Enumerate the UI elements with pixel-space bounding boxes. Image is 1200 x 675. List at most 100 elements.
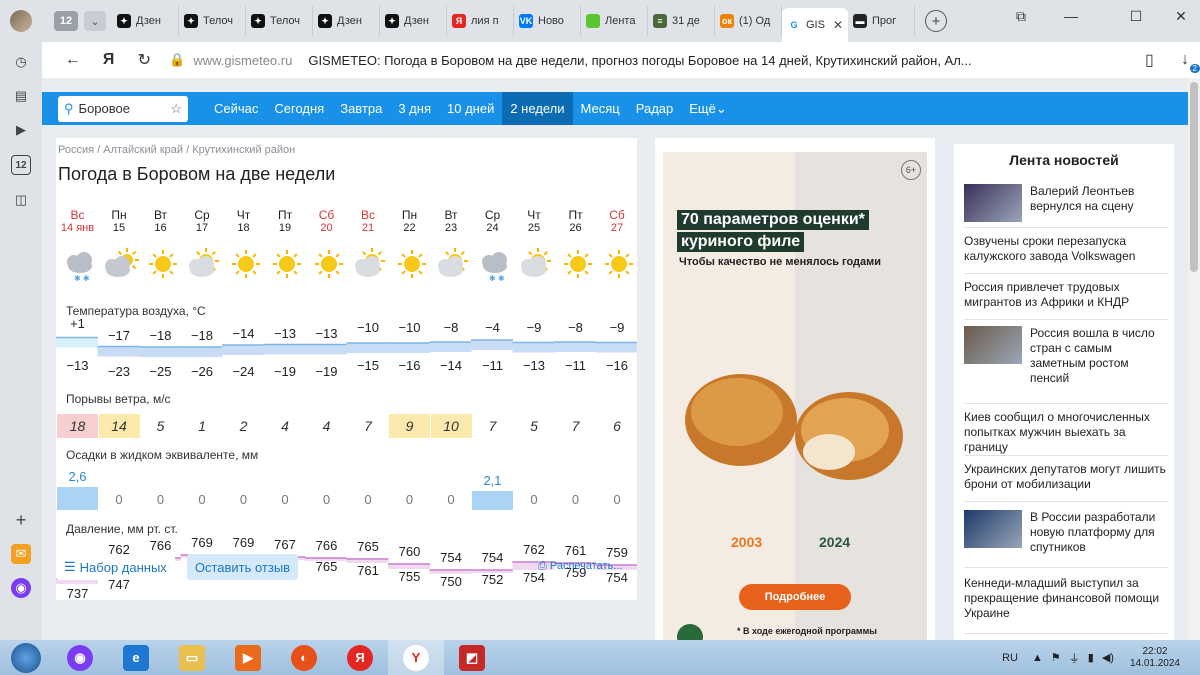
close-window-button[interactable]: ✕: [1163, 0, 1199, 32]
scrollbar-thumb[interactable]: [1190, 82, 1198, 272]
news-item[interactable]: Озвучены сроки перезапуска калужского за…: [964, 232, 1168, 274]
ad-creative[interactable]: 6+ 70 параметров оценки* куриного филе Ч…: [663, 152, 927, 640]
downloads-icon[interactable]: ↓ 2: [1170, 45, 1200, 75]
volume-icon[interactable]: ◀): [1102, 651, 1114, 664]
ad-more-button[interactable]: Подробнее: [739, 584, 851, 610]
forecast-nav-links: Сейчас Сегодня Завтра 3 дня 10 дней 2 недели М…: [206, 92, 735, 125]
taskbar-firefox[interactable]: ◐: [276, 640, 332, 675]
dataset-button[interactable]: ☰ Набор данных: [56, 554, 175, 580]
news-item[interactable]: В России разработали новую платформу для…: [964, 508, 1168, 568]
age-rating-badge: 6+: [901, 160, 921, 180]
browser-tab[interactable]: VK Ново: [514, 6, 581, 36]
nav-link[interactable]: Сейчас: [206, 92, 266, 125]
nav-link[interactable]: Сегодня: [266, 92, 332, 125]
taskbar-explorer[interactable]: ▭: [164, 640, 220, 675]
temp-band-segment: [222, 345, 264, 355]
reader-icon[interactable]: ▯: [1135, 45, 1165, 75]
print-label: Распечатать...: [549, 560, 623, 572]
collections-icon[interactable]: ▤: [11, 86, 31, 106]
news-item[interactable]: Украинских депутатов могут лишить брони …: [964, 460, 1168, 502]
alice-icon[interactable]: ◉: [11, 578, 31, 598]
network-icon[interactable]: ▮: [1088, 651, 1094, 664]
url-field[interactable]: 🔒 www.gismeteo.ru GISMETEO: Погода в Бор…: [169, 46, 1090, 74]
minimize-button[interactable]: —: [1053, 0, 1089, 32]
taskbar-yandex[interactable]: Я: [332, 640, 388, 675]
day-name: Чт: [527, 208, 541, 222]
sidebar-badge[interactable]: 12: [11, 155, 31, 175]
day-date: 21: [361, 222, 375, 234]
camera-icon[interactable]: ◫: [11, 190, 31, 210]
reload-button[interactable]: ↻: [129, 45, 159, 75]
tab-count-badge[interactable]: 12: [54, 11, 78, 31]
tray-arrow-icon[interactable]: ▲: [1032, 652, 1043, 664]
precip-value: 0: [447, 492, 455, 507]
feedback-button[interactable]: Оставить отзыв: [186, 554, 299, 580]
browser-tab[interactable]: ✦ Дзен: [112, 6, 179, 36]
yandex-icon[interactable]: Я: [94, 45, 124, 75]
nav-link[interactable]: 2 недели: [502, 92, 573, 125]
svg-text:✱ ✱: ✱ ✱: [489, 274, 505, 282]
browser-tab[interactable]: ✦ Дзен: [313, 6, 380, 36]
flag-icon[interactable]: ⚑: [1051, 651, 1061, 664]
browser-tab[interactable]: ✦ Телоч: [246, 6, 313, 36]
browser-tab[interactable]: Ялия п: [447, 6, 514, 36]
history-icon[interactable]: ◷: [11, 52, 31, 72]
city-search-input[interactable]: ⚲ Боровое ☆: [58, 95, 188, 122]
favorite-star-icon[interactable]: ☆: [170, 101, 182, 117]
nav-link[interactable]: 10 дней: [439, 92, 502, 125]
taskbar-yandex-browser[interactable]: Y: [388, 640, 444, 675]
video-icon[interactable]: ▶: [11, 120, 31, 140]
browser-tab[interactable]: Лента: [581, 6, 648, 36]
downloads-badge: 2: [1189, 64, 1200, 73]
nav-link[interactable]: Месяц: [573, 92, 628, 125]
bookmarks-icon[interactable]: ⧉: [1003, 0, 1039, 32]
advertisement[interactable]: 6+ 70 параметров оценки* куриного филе Ч…: [655, 138, 935, 640]
settings-icon: ☰: [64, 559, 76, 574]
nav-link[interactable]: Ещё⌄: [681, 92, 735, 125]
taskbar-app[interactable]: ◩: [444, 640, 500, 675]
browser-tab[interactable]: G GIS ✕: [782, 8, 848, 42]
news-item[interactable]: Кеннеди-младший выступил за прекращение …: [964, 574, 1168, 634]
news-item[interactable]: Россия вошла в число стран с самым замет…: [964, 324, 1168, 404]
profile-avatar[interactable]: [0, 0, 42, 42]
url-host: www.gismeteo.ru: [193, 52, 293, 68]
taskbar-player[interactable]: ▶: [220, 640, 276, 675]
news-item[interactable]: Валерий Леонтьев вернулся на сцену: [964, 182, 1168, 228]
maximize-button[interactable]: ☐: [1118, 0, 1154, 32]
plug-icon[interactable]: ⏚: [1069, 650, 1080, 666]
nav-link[interactable]: Радар: [628, 92, 682, 125]
start-button[interactable]: [0, 640, 52, 675]
day-name: Пт: [277, 208, 293, 222]
tab-favicon-icon: ✦: [117, 14, 131, 28]
day-header: Вт 23: [431, 208, 472, 234]
browser-tab[interactable]: ✦ Дзен: [380, 6, 447, 36]
nav-link[interactable]: Завтра: [332, 92, 390, 125]
mail-icon[interactable]: ✉: [11, 544, 31, 564]
close-tab-icon[interactable]: ✕: [833, 18, 843, 32]
nav-link[interactable]: 3 дня: [390, 92, 439, 125]
add-panel-icon[interactable]: +: [11, 510, 31, 530]
browser-tab[interactable]: ▬ Прог: [848, 6, 915, 36]
print-link[interactable]: ⎙ Распечатать...: [538, 560, 623, 573]
wind-gust-value: 5: [156, 418, 165, 434]
tabs-dropdown-button[interactable]: ⌄: [84, 11, 106, 31]
news-item[interactable]: Киев сообщил о многочисленных попытках м…: [964, 408, 1168, 456]
browser-tab[interactable]: ок (1) Од: [715, 6, 782, 36]
language-indicator[interactable]: RU: [1002, 652, 1018, 664]
tab-favicon-icon: ✦: [184, 14, 198, 28]
day-name: Сб: [609, 208, 625, 222]
tab-favicon-icon: VK: [519, 14, 533, 28]
taskbar-alice[interactable]: ◉: [52, 640, 108, 675]
new-tab-button[interactable]: +: [925, 10, 947, 32]
browser-tab[interactable]: ✦ Телоч: [179, 6, 246, 36]
clock[interactable]: 22:02 14.01.2024: [1130, 646, 1180, 670]
browser-tab[interactable]: ≡ 31 де: [648, 6, 715, 36]
page-scrollbar[interactable]: [1188, 78, 1200, 640]
taskbar-ie[interactable]: e: [108, 640, 164, 675]
back-button[interactable]: ←: [58, 45, 88, 75]
tab-label: Дзен: [337, 15, 362, 27]
temp-band-segment: [305, 344, 347, 355]
news-item[interactable]: Россия привлечет трудовых мигрантов из А…: [964, 278, 1168, 320]
pressure-max-value: 759: [606, 545, 628, 560]
day-header: Сб 20: [306, 208, 347, 234]
